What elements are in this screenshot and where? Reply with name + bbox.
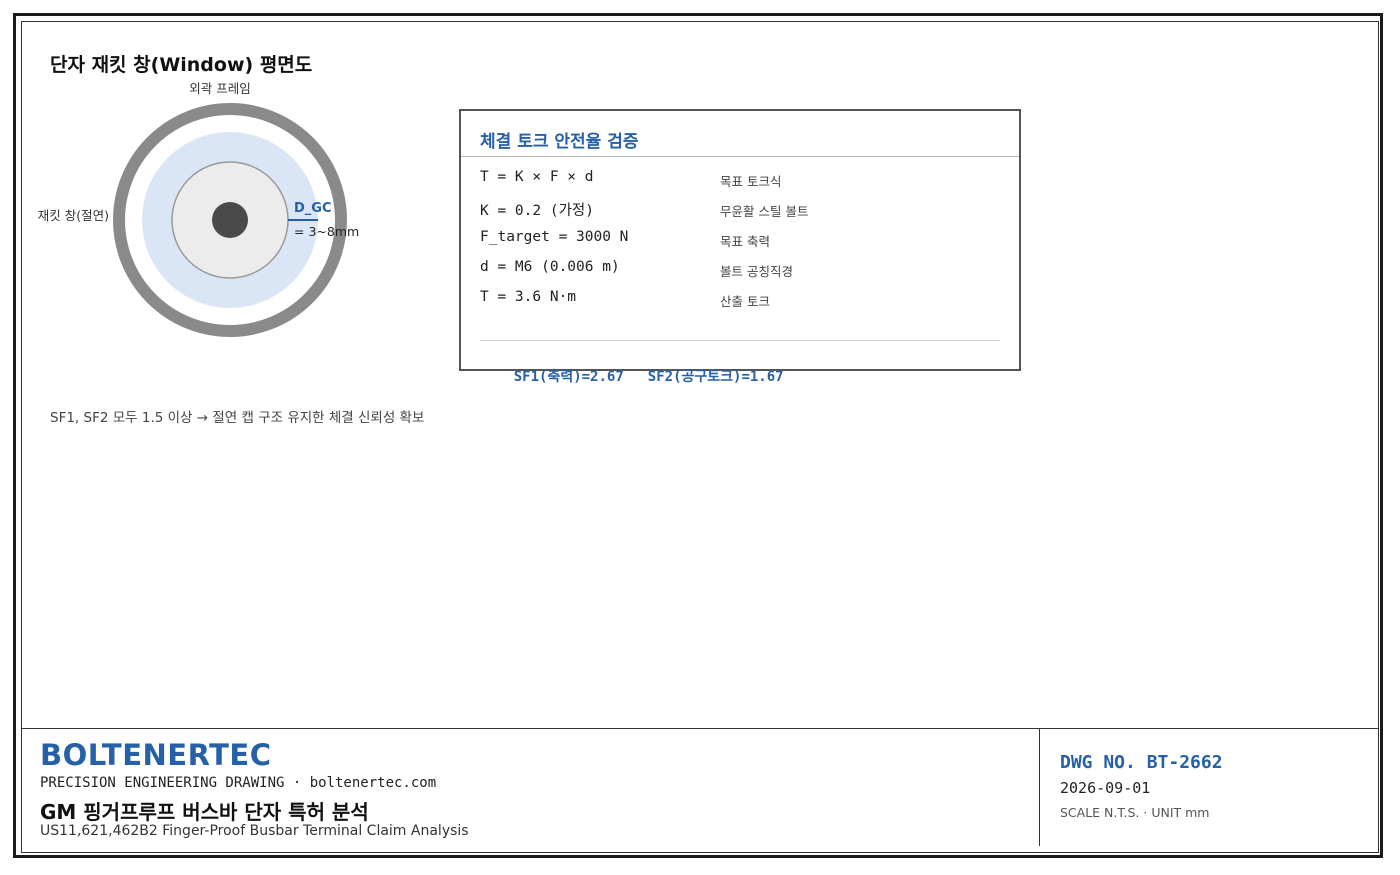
equation-row: T = K × F × d 목표 토크식 <box>480 169 1000 189</box>
jacket-window-label: 재킷 창(절연) <box>38 208 109 223</box>
equation-note: 목표 축력 <box>720 234 770 249</box>
equation-note: 무윤활 스틸 볼트 <box>720 204 809 219</box>
bolt-core <box>212 202 248 238</box>
title-block-vertical-divider <box>1039 728 1040 846</box>
outer-frame-label: 외곽 프레임 <box>189 81 250 96</box>
equation-formula: K = 0.2 (가정) <box>480 203 594 219</box>
diagram-title: 단자 재킷 창(Window) 평면도 <box>50 54 313 76</box>
equation-note: 산출 토크 <box>720 294 770 309</box>
safety-factor-2: SF2(공구토크)=1.67 <box>647 369 784 385</box>
safety-factor-summary: SF1(축력)=2.67 SF2(공구토크)=1.67 <box>480 350 808 402</box>
torque-title-divider <box>461 156 1019 157</box>
brand-logo-text: BOLTENERTEC <box>40 738 272 772</box>
drawing-scale: SCALE N.T.S. · UNIT mm <box>1060 805 1210 820</box>
brand-tagline: PRECISION ENGINEERING DRAWING · boltener… <box>40 775 437 791</box>
project-title: GM 핑거프루프 버스바 단자 특허 분석 <box>40 800 369 824</box>
equation-row: K = 0.2 (가정) 무윤활 스틸 볼트 <box>480 199 1000 219</box>
torque-check-panel: 체결 토크 안전율 검증 T = K × F × d 목표 토크식 K = 0.… <box>459 109 1021 385</box>
equation-row: F_target = 3000 N 목표 축력 <box>480 229 1000 249</box>
drawing-number: DWG NO. BT-2662 <box>1060 752 1223 773</box>
equation-formula: T = 3.6 N·m <box>480 289 577 305</box>
equation-row: T = 3.6 N·m 산출 토크 <box>480 289 1000 309</box>
equation-formula: F_target = 3000 N <box>480 229 629 245</box>
dimension-value-label: = 3~8mm <box>294 224 359 239</box>
project-subtitle: US11,621,462B2 Finger-Proof Busbar Termi… <box>40 823 469 839</box>
safety-factor-1: SF1(축력)=2.67 <box>513 369 624 385</box>
dimension-name-label: D_GC <box>294 201 332 216</box>
equation-note: 목표 토크식 <box>720 174 782 189</box>
drawing-date: 2026-09-01 <box>1060 779 1151 797</box>
equation-row: d = M6 (0.006 m) 볼트 공칭직경 <box>480 259 1000 279</box>
window-plan-view: 외곽 프레임 재킷 창(절연) D_GC = 3~8mm <box>38 81 359 337</box>
equation-formula: d = M6 (0.006 m) <box>480 259 620 275</box>
safety-factor-divider <box>480 340 1000 341</box>
equation-note: 볼트 공칭직경 <box>720 264 793 279</box>
torque-check-title: 체결 토크 안전율 검증 <box>480 132 639 152</box>
title-block-divider <box>21 728 1379 729</box>
equation-formula: T = K × F × d <box>480 169 594 185</box>
conclusion-note: SF1, SF2 모두 1.5 이상 → 절연 캡 구조 유지한 체결 신뢰성 … <box>50 410 425 426</box>
